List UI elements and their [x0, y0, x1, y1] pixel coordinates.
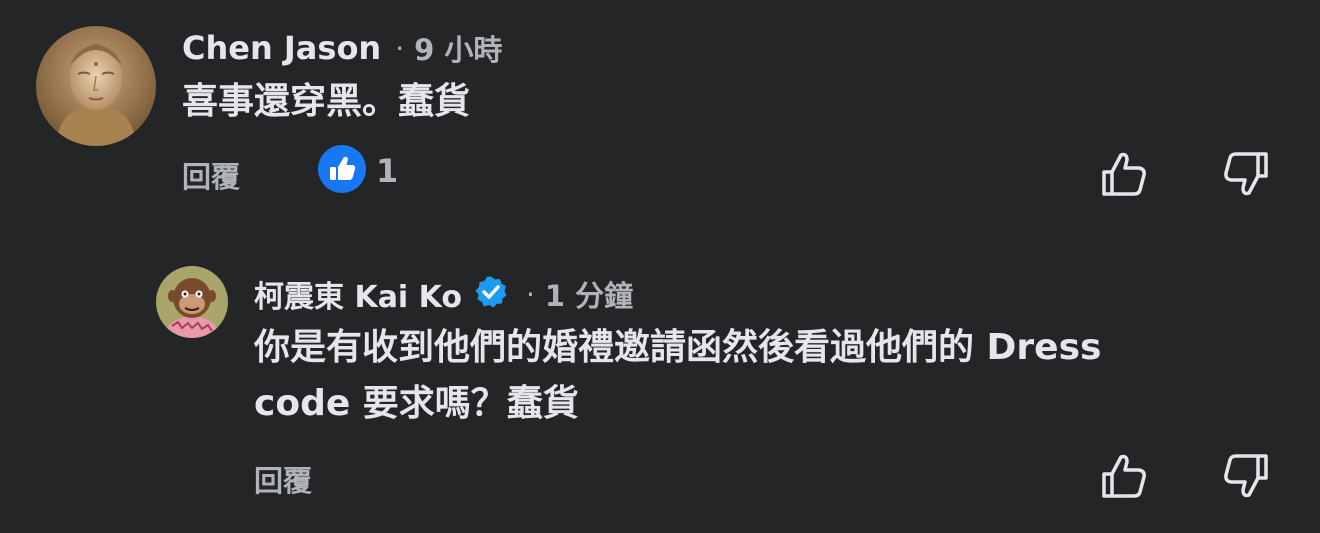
timestamp[interactable]: 1 分鐘 [545, 273, 633, 315]
comment-header: Chen Jason · 9 小時 [182, 28, 502, 68]
comment-text: 你是有收到他們的婚禮邀請函然後看過他們的 Dress code 要求嗎？蠢貨 [254, 320, 1101, 432]
avatar-kai-ko[interactable] [156, 266, 228, 338]
avatar-chen-jason[interactable] [36, 26, 156, 146]
reaction-summary[interactable]: 1 [318, 145, 399, 197]
meta-separator: · [526, 277, 535, 311]
reply-button[interactable]: 回覆 [182, 154, 240, 196]
comment-text-line: code 要求嗎？蠢貨 [254, 383, 579, 424]
verified-badge-icon [474, 275, 508, 313]
reaction-count: 1 [376, 152, 399, 190]
comment-text: 喜事還穿黑。蠢貨 [182, 81, 471, 122]
comment-text-line: 你是有收到他們的婚禮邀請函然後看過他們的 Dress [254, 327, 1102, 368]
like-reaction-icon [318, 145, 366, 197]
timestamp[interactable]: 9 小時 [414, 27, 502, 69]
downvote-button[interactable] [1222, 150, 1270, 198]
author-name[interactable]: Chen Jason [182, 29, 381, 67]
thumbs-up-icon [1102, 454, 1146, 498]
thumbs-down-icon [1224, 152, 1268, 196]
thumbs-up-icon [1102, 152, 1146, 196]
thumbs-down-icon [1224, 454, 1268, 498]
author-name[interactable]: 柯震東 Kai Ko [254, 272, 462, 316]
ape-avatar-image [156, 266, 228, 338]
statue-avatar-image [36, 26, 156, 146]
upvote-button[interactable] [1100, 150, 1148, 198]
meta-separator: · [395, 31, 405, 65]
comment-header: 柯震東 Kai Ko · 1 分鐘 [254, 272, 633, 316]
reply-button[interactable]: 回覆 [254, 458, 312, 500]
downvote-button[interactable] [1222, 452, 1270, 500]
comment-kai-ko: 柯震東 Kai Ko · 1 分鐘 你是有收到他們的婚禮邀請函然後看過他們的 D… [0, 230, 1320, 533]
upvote-button[interactable] [1100, 452, 1148, 500]
comment-chen-jason: Chen Jason · 9 小時 喜事還穿黑。蠢貨 回覆 1 [0, 0, 1320, 230]
